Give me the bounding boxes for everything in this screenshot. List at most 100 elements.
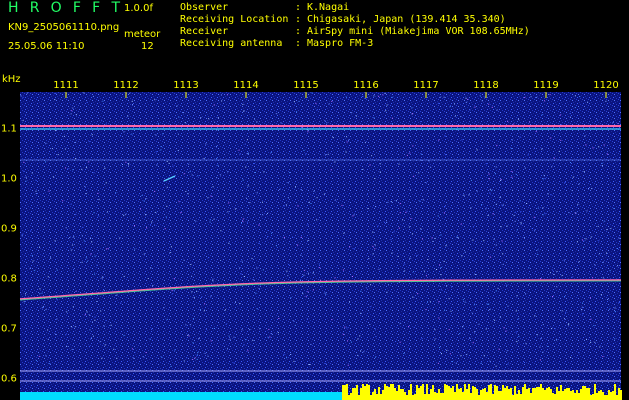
noise-dot xyxy=(242,179,244,181)
noise-dot xyxy=(208,257,209,259)
noise-dot xyxy=(94,319,96,321)
noise-dot xyxy=(481,204,483,205)
noise-dot xyxy=(570,162,571,164)
noise-dot xyxy=(457,237,459,239)
noise-dot xyxy=(177,150,179,152)
noise-dot xyxy=(466,101,468,103)
signal-bar xyxy=(394,388,396,400)
noise-dot xyxy=(552,269,554,271)
noise-dot xyxy=(73,236,75,238)
noise-dot xyxy=(146,227,147,229)
noise-dot xyxy=(470,207,472,209)
noise-dot xyxy=(384,92,386,94)
noise-dot xyxy=(597,225,599,227)
signal-bar xyxy=(446,385,448,400)
noise-dot xyxy=(530,96,532,98)
noise-dot xyxy=(412,296,414,298)
noise-dot xyxy=(517,318,519,320)
noise-dot xyxy=(174,349,176,351)
noise-dot xyxy=(379,171,381,173)
signal-bar xyxy=(448,386,450,400)
signal-bar xyxy=(362,384,364,400)
noise-dot xyxy=(99,341,101,343)
signal-bar xyxy=(600,390,602,400)
noise-dot xyxy=(524,167,526,169)
noise-dot xyxy=(540,338,542,339)
noise-dot xyxy=(432,240,434,242)
noise-dot xyxy=(455,362,457,364)
noise-dot xyxy=(551,328,553,329)
noise-dot xyxy=(55,333,57,335)
noise-dot xyxy=(154,190,156,192)
noise-dot xyxy=(438,139,440,141)
noise-dot xyxy=(386,104,388,106)
noise-dot xyxy=(610,228,612,230)
noise-dot xyxy=(208,118,210,120)
spectrogram-plot xyxy=(19,92,622,400)
noise-dot xyxy=(192,342,194,344)
noise-dot xyxy=(516,295,518,297)
noise-dot xyxy=(603,144,605,146)
noise-dot xyxy=(113,348,115,350)
signal-bar xyxy=(502,385,504,400)
noise-dot xyxy=(517,118,519,120)
signal-bar xyxy=(346,384,348,400)
noise-dot xyxy=(308,321,310,323)
signal-bar xyxy=(546,388,548,400)
noise-dot xyxy=(50,257,51,259)
noise-dot xyxy=(196,290,198,292)
noise-dot xyxy=(426,275,427,277)
noise-dot xyxy=(444,206,446,207)
noise-dot xyxy=(481,100,483,102)
noise-dot xyxy=(547,193,549,195)
signal-bar xyxy=(424,394,426,400)
noise-dot xyxy=(616,248,618,249)
signal-bar xyxy=(578,393,580,400)
noise-dot xyxy=(20,95,22,97)
noise-dot xyxy=(166,205,168,207)
noise-dot xyxy=(287,275,289,277)
noise-dot xyxy=(307,272,309,274)
noise-dot xyxy=(488,103,490,105)
noise-dot xyxy=(50,123,52,125)
noise-dot xyxy=(152,284,154,286)
noise-dot xyxy=(554,328,556,330)
noise-dot xyxy=(511,139,513,141)
signal-bar xyxy=(400,389,402,400)
noise-dot xyxy=(361,96,363,97)
noise-dot xyxy=(194,357,196,359)
noise-dot xyxy=(561,310,563,312)
signal-bar xyxy=(574,393,576,400)
signal-bar xyxy=(592,394,594,400)
noise-dot xyxy=(120,302,122,304)
noise-dot xyxy=(440,274,442,276)
signal-bar xyxy=(454,392,456,400)
noise-dot xyxy=(443,212,445,214)
noise-dot xyxy=(92,321,93,323)
noise-dot xyxy=(302,127,304,129)
noise-dot xyxy=(474,331,476,333)
noise-dot xyxy=(149,338,151,340)
signal-bar xyxy=(472,386,474,400)
noise-dot xyxy=(596,119,598,121)
noise-dot xyxy=(570,356,572,358)
noise-dot xyxy=(472,226,474,228)
noise-dot xyxy=(518,335,520,337)
noise-dot xyxy=(578,183,580,185)
noise-dot xyxy=(529,121,531,123)
noise-dot xyxy=(263,171,265,173)
noise-dot xyxy=(559,114,561,116)
noise-dot xyxy=(154,99,156,101)
noise-dot xyxy=(602,261,604,263)
noise-dot xyxy=(502,253,504,255)
noise-dot xyxy=(278,318,280,319)
noise-dot xyxy=(91,241,93,243)
noise-dot xyxy=(472,239,474,241)
noise-dot xyxy=(372,231,374,233)
noise-dot xyxy=(425,309,427,311)
noise-dot xyxy=(228,202,230,204)
noise-dot xyxy=(101,357,103,359)
noise-dot xyxy=(94,255,96,257)
noise-dot xyxy=(553,157,555,159)
noise-dot xyxy=(436,299,438,301)
